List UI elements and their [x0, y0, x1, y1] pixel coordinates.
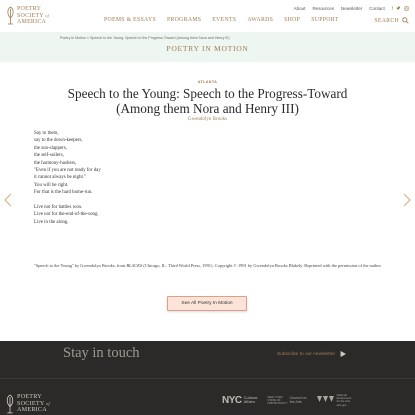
nysca-logo[interactable]: NEW YORK STATE OF OPPORTUNITY Council on th… — [267, 395, 306, 405]
poem-body: Say to them, say to the down-keepers, th… — [34, 130, 101, 226]
play-arrow-icon — [340, 351, 347, 357]
poem-line: "Even if you are not ready for day — [34, 168, 101, 174]
lyre-logo-icon — [6, 394, 14, 414]
nav-events[interactable]: EVENTS — [212, 17, 236, 23]
twitter-icon[interactable] — [396, 6, 401, 11]
nav-poems-essays[interactable]: POEMS & ESSAYS — [104, 17, 156, 23]
footer-logo[interactable]: POETRY SOCIETY of AMERICA — [5, 393, 50, 415]
facebook-icon[interactable]: f — [392, 6, 393, 11]
utility-link-newsletter[interactable]: Newsletter — [341, 6, 362, 11]
poem-line: the harmony-hushers, — [34, 160, 77, 166]
location-tag[interactable]: ATLANTA — [0, 80, 415, 84]
site-logo[interactable]: POETRY SOCIETY of AMERICA — [6, 6, 49, 26]
partner-logos: NYC Cultural Affairs NEW YORK STATE OF OPPO… — [222, 393, 412, 407]
banner-title: POETRY IN MOTION — [166, 44, 249, 53]
utility-nav: About Resources Newsletter Contact f — [294, 6, 409, 11]
nyc-cultural-affairs-logo[interactable]: NYC Cultural Affairs — [222, 395, 257, 406]
main-nav: POEMS & ESSAYS PROGRAMS EVENTS AWARDS SH… — [104, 17, 338, 23]
see-all-poetry-in-motion-button[interactable]: See All Poetry In Motion — [167, 296, 247, 311]
footer-divider — [0, 378, 415, 379]
poem-credit: "Speech to the Young" by Gwendolyn Brook… — [34, 263, 382, 268]
poem-line: Say to them, — [34, 131, 59, 136]
poem-line: Live not for battles won. — [34, 205, 83, 211]
logo-wordmark: POETRY SOCIETY of AMERICA — [17, 6, 49, 26]
utility-link-resources[interactable]: Resources — [312, 6, 334, 11]
poem-title: Speech to the Young: Speech to the Progr… — [67, 86, 348, 116]
poem-line: For that is the hard home-run. — [34, 190, 93, 196]
page-banner: Poetry in Motion » Speech to the Young: … — [0, 32, 415, 62]
book-title: BLACKS — [126, 263, 143, 268]
logo-line-america: AMERICA — [17, 19, 47, 25]
footer-logo-wordmark: POETRY SOCIETY of AMERICA — [17, 393, 50, 414]
subscribe-label: Subscribe to our newsletter — [277, 351, 336, 357]
lyre-logo-icon — [7, 6, 14, 25]
poem-line: Live not for the-end-of-the-song. — [34, 212, 99, 218]
subscribe-newsletter-link[interactable]: Subscribe to our newsletter — [277, 351, 347, 357]
poem-line: the self-soilers, — [34, 153, 64, 159]
next-arrow-icon[interactable] — [402, 193, 412, 207]
stanza-break — [34, 197, 101, 204]
utility-link-contact[interactable]: Contact — [369, 6, 385, 11]
poem-author[interactable]: Gwendolyn Brooks — [0, 117, 415, 122]
footer-logo-line-america: AMERICA — [17, 406, 47, 414]
nea-logo[interactable]: National Endowment for the Arts arts.gov — [316, 393, 351, 407]
nav-awards[interactable]: AWARDS — [247, 17, 273, 23]
nav-support[interactable]: SUPPORT — [311, 17, 338, 23]
poem-line: Live in the along. — [34, 219, 69, 225]
breadcrumb[interactable]: Poetry in Motion » Speech to the Young: … — [60, 36, 230, 40]
poem-line: the sun-slappers, — [34, 145, 67, 151]
poem-line: You will be right. — [34, 182, 69, 188]
utility-link-about[interactable]: About — [294, 6, 306, 11]
poem-line: say to the down-keepers, — [34, 138, 83, 144]
poem-line: it cannot always be night." — [34, 175, 87, 181]
instagram-icon[interactable] — [404, 6, 409, 11]
nea-triangles-icon — [316, 396, 334, 403]
nav-programs[interactable]: PROGRAMS — [167, 17, 201, 23]
social-links: f — [392, 6, 409, 11]
search-button[interactable]: SEARCH — [374, 17, 409, 24]
previous-arrow-icon[interactable] — [3, 193, 13, 207]
search-label: SEARCH — [374, 17, 399, 24]
site-header: POETRY SOCIETY of AMERICA About Resource… — [0, 0, 415, 32]
nav-shop[interactable]: SHOP — [284, 17, 300, 23]
stay-in-touch-heading: Stay in touch — [63, 345, 140, 361]
search-icon — [402, 17, 409, 24]
